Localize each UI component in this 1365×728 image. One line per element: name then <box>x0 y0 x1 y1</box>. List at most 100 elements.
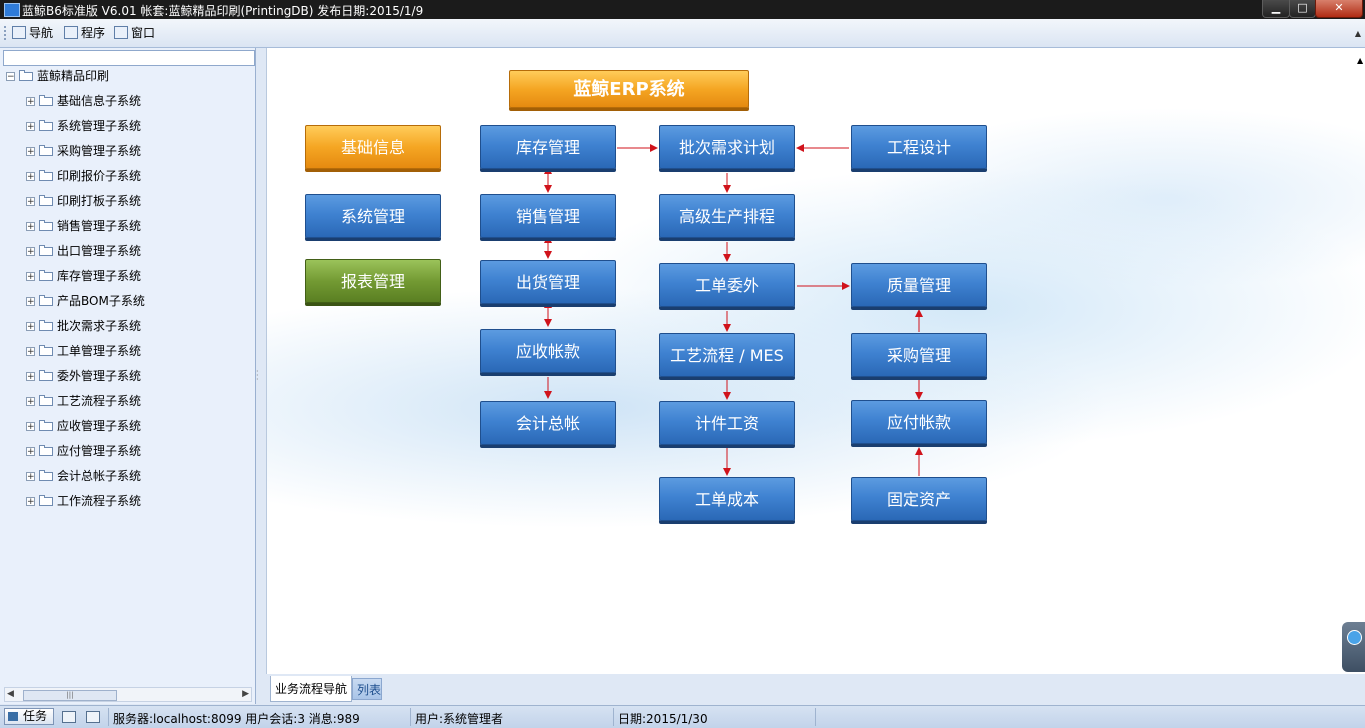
erp-system-title: 蓝鲸ERP系统 <box>509 70 749 108</box>
menu-scroll-up-icon[interactable]: ▲ <box>1355 29 1361 38</box>
collapse-icon[interactable]: − <box>6 72 15 82</box>
tree-item[interactable]: + 印刷报价子系统 <box>26 168 141 184</box>
engineering-button[interactable]: 工程设计 <box>851 125 987 169</box>
tree-item[interactable]: + 批次需求子系统 <box>26 318 141 334</box>
tree-icon[interactable] <box>86 711 100 723</box>
expand-icon[interactable]: + <box>26 347 35 357</box>
sales-button[interactable]: 销售管理 <box>480 194 616 238</box>
batch-plan-button[interactable]: 批次需求计划 <box>659 125 795 169</box>
expand-icon[interactable]: + <box>26 422 35 432</box>
basic-info-button[interactable]: 基础信息 <box>305 125 441 169</box>
navigation-icon <box>12 26 26 39</box>
server-status: 服务器:localhost:8099 用户会话:3 消息:989 <box>113 712 360 726</box>
system-mgmt-button[interactable]: 系统管理 <box>305 194 441 238</box>
quality-button[interactable]: 质量管理 <box>851 263 987 307</box>
scroll-up-icon[interactable]: ▲ <box>1357 56 1363 65</box>
tree-item[interactable]: + 工作流程子系统 <box>26 493 141 509</box>
inventory-button[interactable]: 库存管理 <box>480 125 616 169</box>
scroll-left-icon[interactable]: ◀ <box>7 689 14 699</box>
close-button[interactable]: ✕ <box>1315 0 1363 18</box>
tree-item-label: 采购管理子系统 <box>57 144 142 158</box>
fixed-assets-button[interactable]: 固定资产 <box>851 477 987 521</box>
shipping-button[interactable]: 出货管理 <box>480 260 616 304</box>
tree-item[interactable]: + 工单管理子系统 <box>26 343 141 359</box>
tree-item[interactable]: + 印刷打板子系统 <box>26 193 141 209</box>
toolbar-grip[interactable] <box>4 26 8 40</box>
tree-item[interactable]: + 采购管理子系统 <box>26 143 141 159</box>
expand-icon[interactable]: + <box>26 222 35 232</box>
settings-icon[interactable] <box>62 711 76 723</box>
folder-icon <box>39 270 54 281</box>
tree-filter-input[interactable] <box>3 50 255 66</box>
tree-item-label: 工作流程子系统 <box>57 494 142 508</box>
tree-item[interactable]: + 出口管理子系统 <box>26 243 141 259</box>
tree-item-label: 会计总帐子系统 <box>57 469 142 483</box>
expand-icon[interactable]: + <box>26 247 35 257</box>
date-status: 日期:2015/1/30 <box>618 712 708 726</box>
tree-item[interactable]: + 工艺流程子系统 <box>26 393 141 409</box>
expand-icon[interactable]: + <box>26 372 35 382</box>
tree-item-label: 出口管理子系统 <box>57 244 142 258</box>
tree-item[interactable]: + 库存管理子系统 <box>26 268 141 284</box>
expand-icon[interactable]: + <box>26 447 35 457</box>
tree-item-label: 系统管理子系统 <box>57 119 142 133</box>
tree-item-label: 印刷打板子系统 <box>57 194 142 208</box>
ledger-button[interactable]: 会计总帐 <box>480 401 616 445</box>
tree-item[interactable]: + 产品BOM子系统 <box>26 293 145 309</box>
title-bar: 蓝鲸B6标准版 V6.01 帐套:蓝鲸精品印刷(PrintingDB) 发布日期… <box>0 0 1365 19</box>
report-mgmt-button[interactable]: 报表管理 <box>305 259 441 303</box>
tree-item[interactable]: + 会计总帐子系统 <box>26 468 141 484</box>
minimize-button[interactable]: ▁ <box>1262 0 1290 18</box>
expand-icon[interactable]: + <box>26 172 35 182</box>
expand-icon[interactable]: + <box>26 472 35 482</box>
expand-icon[interactable]: + <box>26 197 35 207</box>
tree-item-label: 批次需求子系统 <box>57 319 142 333</box>
job-cost-button[interactable]: 工单成本 <box>659 477 795 521</box>
receivables-button[interactable]: 应收帐款 <box>480 329 616 373</box>
expand-icon[interactable]: + <box>26 97 35 107</box>
expand-icon[interactable]: + <box>26 297 35 307</box>
expand-icon[interactable]: + <box>26 397 35 407</box>
navigation-tree-panel: − 蓝鲸精品印刷 + 基础信息子系统 + 系统管理子系统 + 采购管理子系统 + 印刷报价子系统… <box>0 48 256 704</box>
tree-item[interactable]: + 委外管理子系统 <box>26 368 141 384</box>
expand-icon[interactable]: + <box>26 272 35 282</box>
tree-item-label: 销售管理子系统 <box>57 219 142 233</box>
tree-item-label: 产品BOM子系统 <box>57 294 145 308</box>
tree-horizontal-scrollbar[interactable]: ◀ ||| ▶ <box>4 687 252 702</box>
tree-root[interactable]: − 蓝鲸精品印刷 <box>6 68 109 84</box>
piecework-button[interactable]: 计件工资 <box>659 401 795 445</box>
expand-icon[interactable]: + <box>26 147 35 157</box>
main-vertical-scrollbar[interactable]: ▲ <box>1357 48 1365 674</box>
folder-icon <box>39 170 54 181</box>
remote-assist-widget[interactable] <box>1342 622 1365 672</box>
bottom-tabs: 业务流程导航 列表 <box>266 676 1365 704</box>
scroll-thumb[interactable]: ||| <box>23 690 117 701</box>
scheduling-button[interactable]: 高级生产排程 <box>659 194 795 238</box>
menu-program[interactable]: 程序 <box>64 25 105 41</box>
expand-icon[interactable]: + <box>26 497 35 507</box>
menu-nav[interactable]: 导航 <box>12 25 53 41</box>
tree-item[interactable]: + 基础信息子系统 <box>26 93 141 109</box>
tab-list[interactable]: 列表 <box>352 678 382 700</box>
purchasing-button[interactable]: 采购管理 <box>851 333 987 377</box>
folder-icon <box>39 470 54 481</box>
expand-icon[interactable]: + <box>26 322 35 332</box>
tree-item[interactable]: + 销售管理子系统 <box>26 218 141 234</box>
task-button[interactable]: 任务 <box>4 708 54 725</box>
tree-item-label: 基础信息子系统 <box>57 94 142 108</box>
tree-item[interactable]: + 应收管理子系统 <box>26 418 141 434</box>
tree-item[interactable]: + 系统管理子系统 <box>26 118 141 134</box>
expand-icon[interactable]: + <box>26 122 35 132</box>
menu-window[interactable]: 窗口 <box>114 25 155 41</box>
maximize-button[interactable]: □ <box>1289 0 1316 18</box>
tree-item[interactable]: + 应付管理子系统 <box>26 443 141 459</box>
scroll-right-icon[interactable]: ▶ <box>242 689 249 699</box>
payables-button[interactable]: 应付帐款 <box>851 400 987 444</box>
tab-flow-nav[interactable]: 业务流程导航 <box>270 676 352 702</box>
process-mes-button[interactable]: 工艺流程 / MES <box>659 333 795 377</box>
menu-bar: 导航 程序 窗口 ▲ <box>0 19 1365 48</box>
splitter-handle[interactable]: · · · <box>256 368 259 384</box>
status-separator <box>815 708 816 726</box>
program-icon <box>64 26 78 39</box>
outsourcing-button[interactable]: 工单委外 <box>659 263 795 307</box>
